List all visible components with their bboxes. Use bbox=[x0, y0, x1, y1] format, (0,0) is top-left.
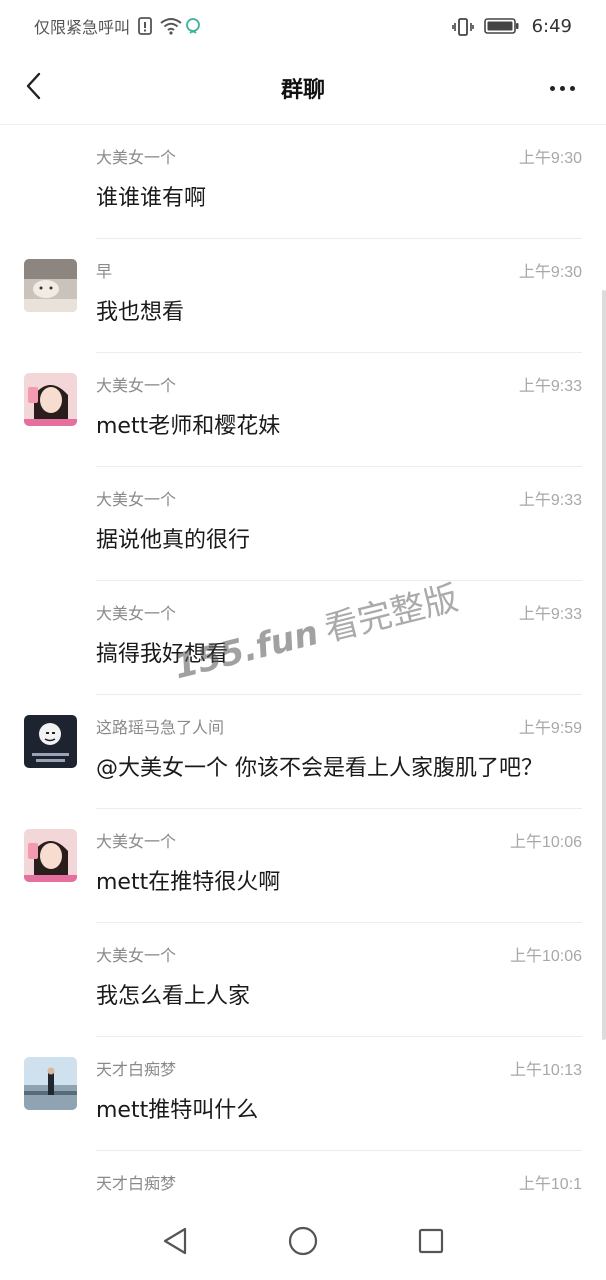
page-title: 群聊 bbox=[280, 78, 325, 103]
message-text: mett老师和樱花妹 bbox=[96, 414, 281, 439]
sender-name: 大美女一个 bbox=[96, 604, 177, 623]
message-time: 上午9:33 bbox=[518, 606, 582, 623]
message-text: 搞得我好想看 bbox=[96, 642, 229, 667]
avatar-meme[interactable] bbox=[24, 715, 77, 768]
status-bar: 仅限紧急呼叫 6:49 bbox=[0, 0, 606, 52]
message-text: 我也想看 bbox=[96, 300, 185, 325]
message-item[interactable]: 大美女一个 上午9:33 mett老师和樱花妹 bbox=[0, 353, 606, 467]
vibrate-icon bbox=[451, 17, 474, 36]
message-item[interactable]: 大美女一个 上午9:30 谁谁谁有啊 bbox=[0, 125, 606, 239]
status-left: 仅限紧急呼叫 bbox=[34, 14, 202, 38]
sender-name: 早 bbox=[96, 262, 113, 281]
chevron-left-icon bbox=[23, 71, 45, 105]
sender-name: 大美女一个 bbox=[96, 376, 177, 395]
message-item[interactable]: 大美女一个 上午10:06 我怎么看上人家 bbox=[0, 923, 606, 1037]
message-item[interactable]: 大美女一个 上午9:33 据说他真的很行 bbox=[0, 467, 606, 581]
home-circle-icon bbox=[288, 1226, 318, 1260]
message-item[interactable]: 早 上午9:30 我也想看 bbox=[0, 239, 606, 353]
message-list[interactable]: 大美女一个 上午9:30 谁谁谁有啊 早 上午9:30 我也想看 大美女一个 上… bbox=[0, 125, 606, 1205]
more-horizontal-icon bbox=[549, 85, 555, 91]
message-time: 上午9:30 bbox=[518, 264, 582, 281]
nav-recents-button[interactable] bbox=[409, 1221, 453, 1265]
message-time: 上午10:13 bbox=[509, 1062, 582, 1079]
message-time: 上午10:06 bbox=[509, 948, 582, 965]
message-item[interactable]: 大美女一个 上午10:06 mett在推特很火啊 bbox=[0, 809, 606, 923]
message-item[interactable]: 天才白痴梦 上午10:1 bbox=[0, 1151, 606, 1205]
sender-name: 大美女一个 bbox=[96, 148, 177, 167]
chat-header: 群聊 bbox=[0, 52, 606, 125]
back-triangle-icon bbox=[161, 1226, 189, 1260]
avatar-girl[interactable] bbox=[24, 373, 77, 426]
status-right: 6:49 bbox=[451, 15, 572, 37]
message-text: 我怎么看上人家 bbox=[96, 984, 251, 1009]
sender-name: 天才白痴梦 bbox=[96, 1060, 177, 1079]
avatar-man[interactable] bbox=[24, 1057, 77, 1110]
nav-home-button[interactable] bbox=[281, 1221, 325, 1265]
more-button[interactable] bbox=[540, 68, 584, 108]
sender-name: 大美女一个 bbox=[96, 946, 177, 965]
message-text: 谁谁谁有啊 bbox=[96, 186, 207, 211]
battery-icon bbox=[483, 17, 520, 35]
message-text: mett推特叫什么 bbox=[96, 1098, 259, 1123]
message-time: 上午9:59 bbox=[518, 720, 582, 737]
message-time: 上午10:06 bbox=[509, 834, 582, 851]
message-time: 上午10:1 bbox=[518, 1176, 582, 1193]
sender-name: 天才白痴梦 bbox=[96, 1174, 177, 1193]
message-text: @大美女一个 你该不会是看上人家腹肌了吧？ bbox=[96, 756, 543, 781]
message-time: 上午9:33 bbox=[518, 378, 582, 395]
message-text: 据说他真的很行 bbox=[96, 528, 251, 553]
nav-back-button[interactable] bbox=[153, 1221, 197, 1265]
scrollbar[interactable] bbox=[602, 290, 606, 1040]
system-nav-bar bbox=[0, 1205, 606, 1280]
sender-name: 大美女一个 bbox=[96, 832, 177, 851]
message-item[interactable]: 这路瑶马急了人间 上午9:59 @大美女一个 你该不会是看上人家腹肌了吧？ bbox=[0, 695, 606, 809]
sender-name: 大美女一个 bbox=[96, 490, 177, 509]
carrier-label: 仅限紧急呼叫 bbox=[34, 18, 131, 37]
message-item[interactable]: 天才白痴梦 上午10:13 mett推特叫什么 bbox=[0, 1037, 606, 1151]
back-button[interactable] bbox=[14, 68, 54, 108]
message-time: 上午9:30 bbox=[518, 150, 582, 167]
wifi-icon bbox=[160, 17, 182, 35]
status-time: 6:49 bbox=[531, 15, 572, 37]
message-time: 上午9:33 bbox=[518, 492, 582, 509]
message-text: mett在推特很火啊 bbox=[96, 870, 281, 895]
message-item[interactable]: 大美女一个 上午9:33 搞得我好想看 bbox=[0, 581, 606, 695]
avatar-cat[interactable] bbox=[24, 259, 77, 312]
sim-alert-icon bbox=[136, 17, 154, 35]
avatar-girl[interactable] bbox=[24, 829, 77, 882]
msg-icon bbox=[184, 17, 202, 35]
recents-square-icon bbox=[417, 1227, 445, 1259]
sender-name: 这路瑶马急了人间 bbox=[96, 718, 225, 737]
